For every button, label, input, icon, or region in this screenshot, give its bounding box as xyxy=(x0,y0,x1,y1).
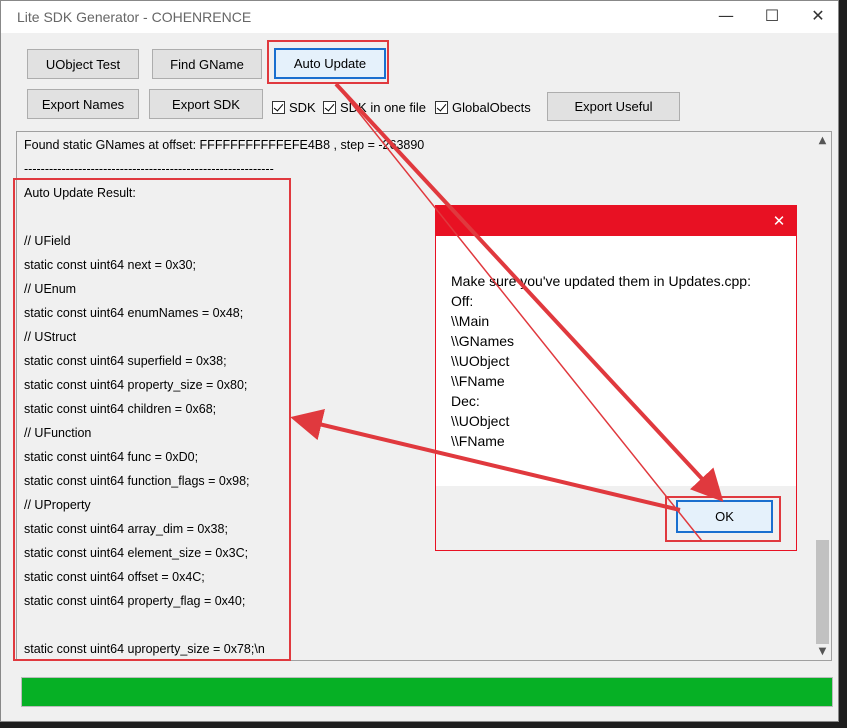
dialog-line: \\FName xyxy=(451,433,505,449)
log-line: // UProperty xyxy=(24,498,91,512)
dialog-line: Off: xyxy=(451,293,474,309)
log-line: // UField xyxy=(24,234,71,248)
progress-bar xyxy=(21,677,833,707)
dialog-line: \\GNames xyxy=(451,333,515,349)
log-line: ----------------------------------------… xyxy=(24,162,274,176)
title-bar: Lite SDK Generator - COHENRENCE — ☐ ✕ xyxy=(1,1,838,33)
scroll-up-icon[interactable]: ▲ xyxy=(814,132,831,149)
log-line: // UEnum xyxy=(24,282,77,296)
scroll-down-icon[interactable]: ▼ xyxy=(814,643,831,660)
message-dialog: ✕ Make sure you've updated them in Updat… xyxy=(435,205,797,551)
maximize-button[interactable]: ☐ xyxy=(749,1,795,33)
export-sdk-button[interactable]: Export SDK xyxy=(149,89,263,119)
sdk-checkbox-label: SDK xyxy=(289,99,316,115)
checkbox-check-icon xyxy=(435,100,448,114)
auto-update-button[interactable]: Auto Update xyxy=(274,48,386,79)
log-line: // UFunction xyxy=(24,426,92,440)
global-objects-checkbox-label: GlobalObects xyxy=(452,99,531,115)
log-line: static const uint64 children = 0x68; xyxy=(24,402,217,416)
checkbox-check-icon xyxy=(323,100,336,114)
log-line: static const uint64 enumNames = 0x48; xyxy=(24,306,244,320)
window-title: Lite SDK Generator - COHENRENCE xyxy=(17,9,252,25)
export-names-button[interactable]: Export Names xyxy=(27,89,139,119)
log-line: static const uint64 property_size = 0x80… xyxy=(24,378,248,392)
dialog-line: \\UObject xyxy=(451,413,510,429)
checkbox-check-icon xyxy=(272,100,285,114)
close-button[interactable]: ✕ xyxy=(795,1,841,33)
dialog-line: \\Main xyxy=(451,313,490,329)
dialog-line: \\FName xyxy=(451,373,505,389)
log-line: // UStruct xyxy=(24,330,77,344)
sdk-checkbox[interactable]: SDK xyxy=(272,97,316,117)
sdk-in-one-file-checkbox[interactable]: SDK in one file xyxy=(323,97,426,117)
log-line: static const uint64 uproperty_size = 0x7… xyxy=(24,642,265,656)
dialog-close-icon[interactable]: ✕ xyxy=(762,206,796,236)
log-line: static const uint64 superfield = 0x38; xyxy=(24,354,227,368)
log-line: static const uint64 property_flag = 0x40… xyxy=(24,594,246,608)
dialog-line: \\UObject xyxy=(451,353,510,369)
scrollbar[interactable]: ▲ ▼ xyxy=(814,132,831,660)
log-line: static const uint64 element_size = 0x3C; xyxy=(24,546,249,560)
uobject-test-button[interactable]: UObject Test xyxy=(27,49,139,79)
progress-fill xyxy=(22,678,832,706)
global-objects-checkbox[interactable]: GlobalObects xyxy=(435,97,531,117)
dialog-footer: OK xyxy=(436,486,796,550)
log-line: static const uint64 array_dim = 0x38; xyxy=(24,522,228,536)
log-line: Found static GNames at offset: FFFFFFFFF… xyxy=(24,138,425,152)
find-gname-button[interactable]: Find GName xyxy=(152,49,262,79)
log-line: static const uint64 func = 0xD0; xyxy=(24,450,199,464)
log-line: static const uint64 next = 0x30; xyxy=(24,258,196,272)
dialog-line: Make sure you've updated them in Updates… xyxy=(451,273,751,289)
dialog-line: Dec: xyxy=(451,393,480,409)
log-line: static const uint64 function_flags = 0x9… xyxy=(24,474,250,488)
dialog-title-bar: ✕ xyxy=(436,206,796,236)
minimize-button[interactable]: — xyxy=(703,1,749,33)
export-useful-button[interactable]: Export Useful xyxy=(547,92,680,121)
sdk-in-one-file-checkbox-label: SDK in one file xyxy=(340,99,426,115)
scrollbar-thumb[interactable] xyxy=(816,540,829,644)
log-line: Auto Update Result: xyxy=(24,186,136,200)
ok-button[interactable]: OK xyxy=(676,500,773,533)
log-line: static const uint64 offset = 0x4C; xyxy=(24,570,205,584)
